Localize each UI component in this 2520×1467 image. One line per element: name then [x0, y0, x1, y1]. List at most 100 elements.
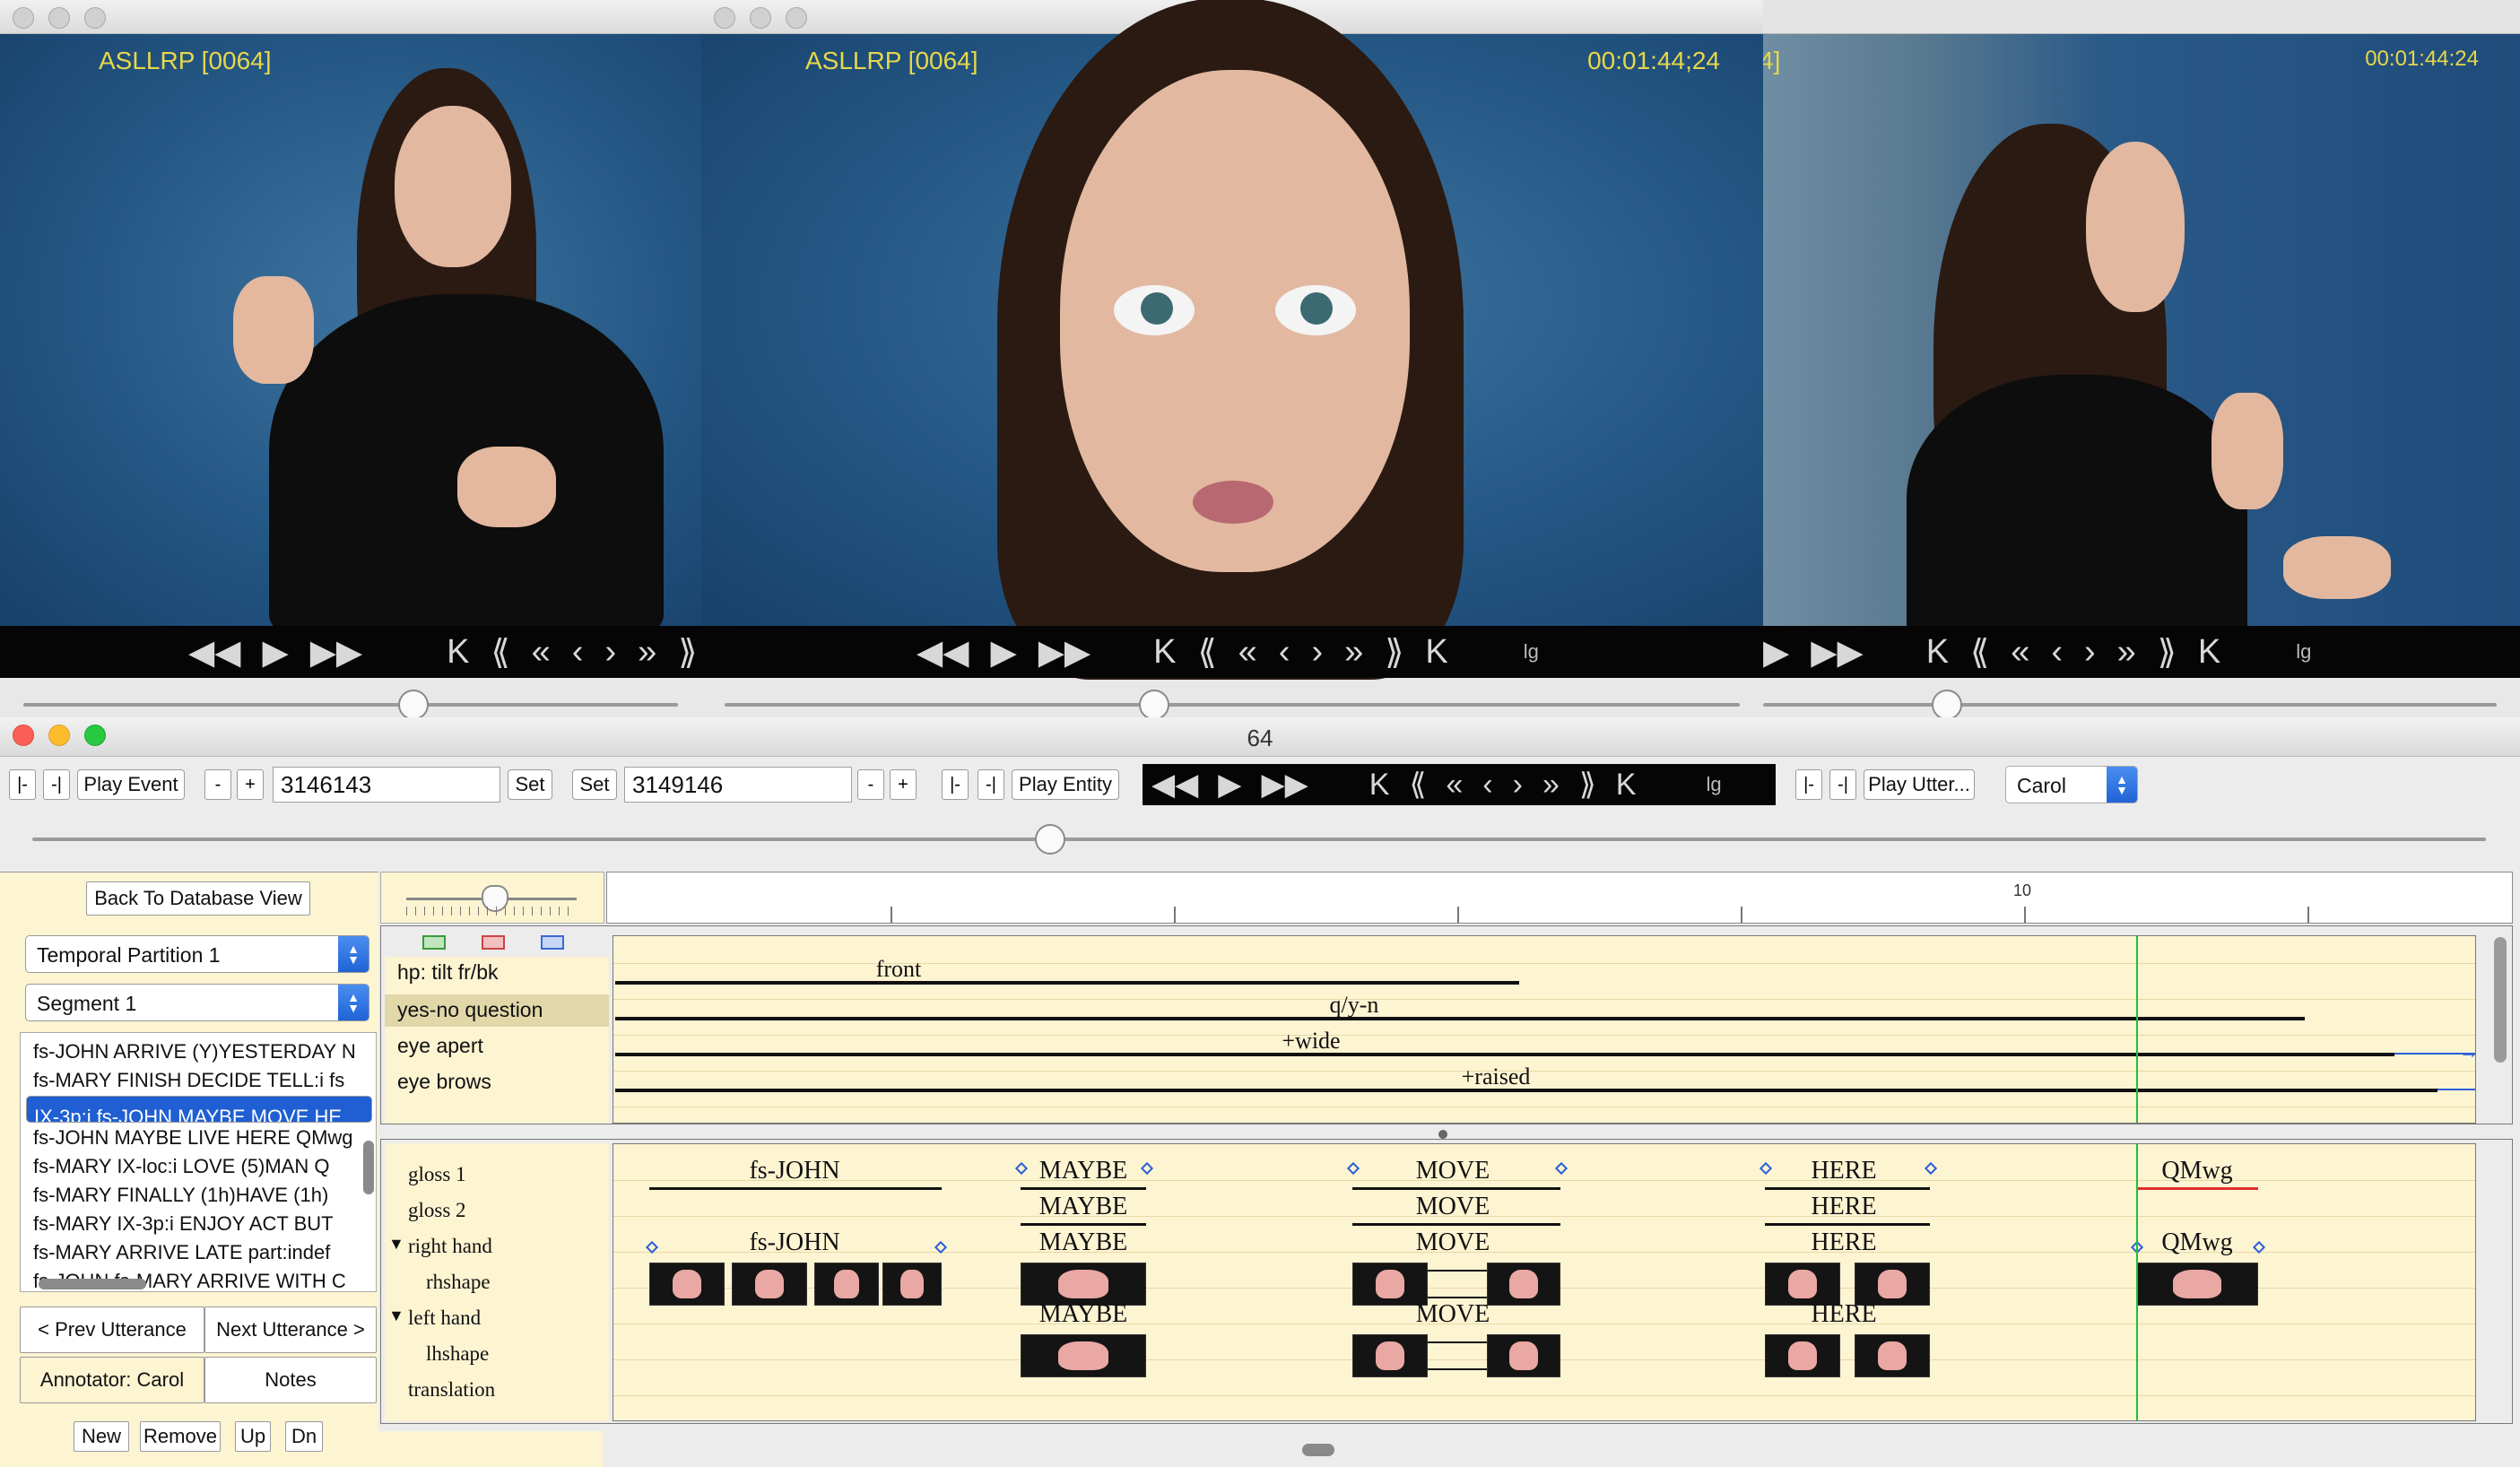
speed-label[interactable]: lg [1524, 640, 1539, 664]
list-item[interactable]: fs-MARY FINISH DECIDE TELL:i fs [26, 1067, 372, 1094]
rewind-icon[interactable]: ◀◀ [188, 632, 240, 673]
end-frame-field[interactable] [624, 767, 852, 803]
tier-label[interactable]: gloss 1 [408, 1163, 466, 1186]
pane-divider[interactable] [380, 1126, 2513, 1139]
tier-label[interactable]: right hand [408, 1235, 492, 1258]
list-horizontal-scrollbar[interactable] [39, 1279, 146, 1289]
step-forward-2-icon[interactable]: » [1542, 768, 1560, 803]
tier-label[interactable]: left hand [408, 1306, 481, 1330]
step-back-2-icon[interactable]: « [1238, 633, 1257, 672]
next-utterance-button[interactable]: Next Utterance > [204, 1306, 377, 1353]
handshape-thumbnail[interactable] [1352, 1334, 1428, 1377]
close-window-button[interactable] [13, 7, 34, 29]
span-handle[interactable] [1759, 1161, 1773, 1176]
go-start-icon[interactable]: K [1369, 768, 1390, 803]
minimize-window-button[interactable] [750, 7, 771, 29]
add-tier-icon[interactable] [422, 935, 446, 950]
handshape-thumbnail[interactable] [814, 1263, 879, 1306]
span-handle[interactable] [1346, 1161, 1360, 1176]
play-icon[interactable]: ▶ [1763, 632, 1789, 673]
step-back-1-icon[interactable]: ‹ [2051, 633, 2063, 672]
gloss-span[interactable] [1765, 1223, 1930, 1226]
gloss-span[interactable] [1352, 1187, 1560, 1190]
new-button[interactable]: New [74, 1421, 129, 1452]
tier-label[interactable]: hp: tilt fr/bk [397, 960, 498, 985]
start-decrement-button[interactable]: - [204, 769, 231, 800]
notes-button[interactable]: Notes [204, 1357, 377, 1403]
step-back-1-icon[interactable]: ‹ [1482, 768, 1492, 803]
annotation-span[interactable] [615, 1053, 2394, 1056]
go-start-icon[interactable]: K [447, 633, 469, 672]
tier-label[interactable]: rhshape [426, 1271, 491, 1294]
gloss-span[interactable] [649, 1187, 942, 1190]
handshape-thumbnail[interactable] [732, 1263, 807, 1306]
handshape-thumbnail[interactable] [1487, 1263, 1560, 1306]
expand-triangle-icon[interactable]: ▼ [388, 1235, 404, 1254]
entity-end-button[interactable]: -| [978, 769, 1004, 800]
end-increment-button[interactable]: + [890, 769, 917, 800]
speed-label[interactable]: lg [2296, 640, 2311, 664]
play-icon[interactable]: ▶ [262, 632, 288, 673]
gloss-span[interactable] [1021, 1223, 1146, 1226]
step-back-3-icon[interactable]: ⟪ [1970, 632, 1989, 673]
slider-knob[interactable] [1139, 690, 1169, 717]
handshape-thumbnail[interactable] [1765, 1263, 1840, 1306]
tier-label[interactable]: gloss 2 [408, 1199, 466, 1222]
annotator-select[interactable]: Carol ▲ ▼ [2005, 766, 2138, 803]
rewind-icon[interactable]: ◀◀ [917, 632, 969, 673]
gloss-span[interactable] [1021, 1187, 1146, 1190]
list-tier-icon[interactable] [541, 935, 564, 950]
handshape-thumbnail[interactable] [1352, 1263, 1428, 1306]
set-end-button[interactable]: Set [572, 769, 617, 800]
handshape-thumbnail[interactable] [1487, 1334, 1560, 1377]
video-position-slider[interactable] [725, 690, 1740, 717]
expand-triangle-icon[interactable]: ▼ [388, 1306, 404, 1325]
tier-label[interactable]: lhshape [426, 1342, 489, 1366]
tier-label[interactable]: translation [408, 1378, 495, 1402]
handshape-thumbnail[interactable] [1855, 1263, 1930, 1306]
close-window-button[interactable] [714, 7, 735, 29]
play-icon[interactable]: ▶ [990, 632, 1016, 673]
playhead-cursor[interactable] [2136, 1144, 2138, 1420]
event-start-fwd-button[interactable]: -| [43, 769, 70, 800]
step-forward-2-icon[interactable]: » [638, 633, 656, 672]
span-handle[interactable] [1554, 1161, 1568, 1176]
step-back-3-icon[interactable]: ⟪ [1198, 632, 1217, 673]
handshape-thumbnail[interactable] [2136, 1263, 2258, 1306]
zoom-window-button[interactable] [84, 7, 106, 29]
span-handle[interactable] [1014, 1161, 1029, 1176]
event-start-back-button[interactable]: |- [9, 769, 36, 800]
entity-start-button[interactable]: |- [942, 769, 969, 800]
step-back-1-icon[interactable]: ‹ [1279, 633, 1290, 672]
back-to-database-button[interactable]: Back To Database View [86, 881, 310, 916]
step-back-2-icon[interactable]: « [532, 633, 551, 672]
partition-select[interactable]: Temporal Partition 1 ▲ ▼ [25, 935, 369, 973]
start-frame-field[interactable] [273, 767, 500, 803]
speed-label[interactable]: lg [1706, 773, 1721, 796]
fast-forward-icon[interactable]: ▶▶ [1811, 632, 1863, 673]
play-event-button[interactable]: Play Event [77, 769, 185, 800]
step-forward-1-icon[interactable]: › [604, 633, 616, 672]
step-forward-1-icon[interactable]: › [2084, 633, 2096, 672]
video-position-slider[interactable] [23, 690, 678, 717]
play-entity-button[interactable]: Play Entity [1012, 769, 1119, 800]
set-start-button[interactable]: Set [508, 769, 552, 800]
step-forward-2-icon[interactable]: » [2117, 633, 2136, 672]
go-end-icon[interactable]: K [1425, 633, 1447, 672]
handshape-thumbnail[interactable] [1021, 1263, 1146, 1306]
span-handle[interactable] [1924, 1161, 1938, 1176]
slider-knob[interactable] [1035, 824, 1065, 855]
start-increment-button[interactable]: + [237, 769, 264, 800]
span-handle[interactable] [1140, 1161, 1154, 1176]
step-back-3-icon[interactable]: ⟪ [1409, 767, 1426, 803]
list-item[interactable]: fs-MARY IX-loc:i LOVE (5)MAN Q [26, 1153, 372, 1180]
handshape-thumbnail[interactable] [1021, 1334, 1146, 1377]
go-start-icon[interactable]: K [1926, 633, 1949, 672]
annotation-span[interactable] [615, 981, 1519, 985]
handshape-thumbnail[interactable] [1765, 1334, 1840, 1377]
prev-utterance-button[interactable]: < Prev Utterance [20, 1306, 204, 1353]
step-forward-3-icon[interactable]: ⟫ [2158, 632, 2177, 673]
list-vertical-scrollbar[interactable] [363, 1141, 374, 1194]
tier-vertical-scrollbar[interactable] [2494, 937, 2507, 1063]
list-item[interactable]: fs-JOHN ARRIVE (Y)YESTERDAY N [26, 1038, 372, 1065]
